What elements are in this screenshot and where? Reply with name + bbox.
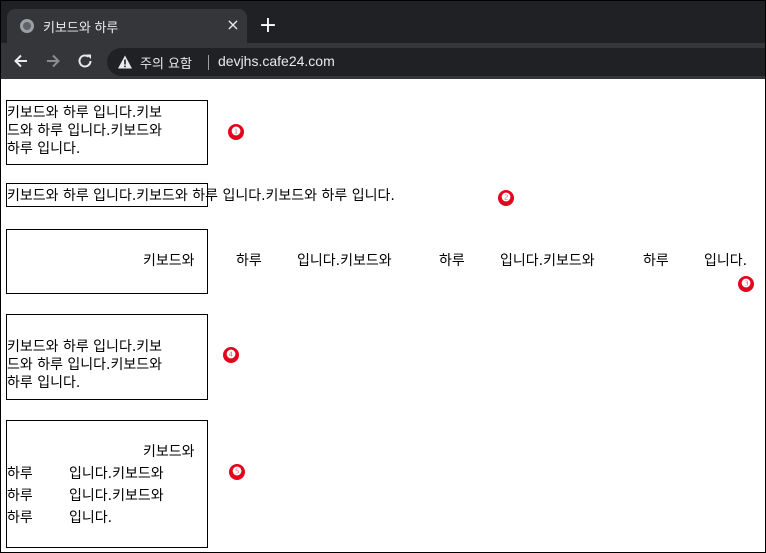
text-word: 하루 [439, 253, 465, 269]
text-word: 하루 [7, 488, 33, 504]
text-line: 하루 입니다. [7, 141, 81, 157]
marker-2: ❷ [498, 190, 514, 206]
text-word: 입니다. [704, 253, 748, 269]
demo-box-3: 키보드와 하루 입니다.키보드와 하루 입니다.키보드와 하루 입니다. [6, 229, 747, 294]
tab-title: 키보드와 하루 [43, 20, 119, 35]
arrow-right-icon [47, 54, 60, 68]
text-word: 하루 [236, 253, 262, 269]
box-text: 키보드와 하루 입니다.키보 드와 하루 입니다.키보드와 하루 입니다. [7, 104, 207, 158]
text-word: 입니다.키보드와 [500, 253, 595, 269]
box-text: 키보드와 하루 입니다.키보 드와 하루 입니다.키보드와 하루 입니다. [7, 338, 207, 392]
text-line: 키보드와 하루 입니다.키보 [7, 105, 163, 121]
text-word: 키보드와 [143, 444, 195, 460]
marker-1: ❶ [228, 124, 244, 140]
text-word: 하루 [643, 253, 669, 269]
demo-box-2: 키보드와 하루 입니다.키보드와 하루 입니다.키보드와 하루 입니다. [6, 183, 395, 207]
text-line: 드와 하루 입니다.키보드와 [7, 357, 163, 373]
demo-box-1: 키보드와 하루 입니다.키보 드와 하루 입니다.키보드와 하루 입니다. [6, 100, 208, 165]
forward-button[interactable] [42, 50, 64, 72]
text-word: 입니다.키보드와 [69, 488, 164, 504]
demo-box-4: 키보드와 하루 입니다.키보 드와 하루 입니다.키보드와 하루 입니다. [6, 314, 208, 400]
new-tab-button[interactable]: + [257, 15, 279, 37]
security-label[interactable]: 주의 요함 [140, 53, 192, 72]
marker-3: ❸ [738, 276, 754, 292]
tab-strip: 키보드와 하루 × + [1, 1, 765, 43]
marker-5: ❺ [229, 464, 245, 480]
text-word: 하루 [7, 466, 33, 482]
arrow-left-icon [14, 54, 27, 68]
text-word: 키보드와 [143, 253, 195, 269]
text-word: 입니다.키보드와 [297, 253, 392, 269]
toolbar: 주의 요함 devjhs.cafe24.com [1, 43, 765, 79]
text-word: 하루 [7, 510, 33, 526]
text-word: 입니다.키보드와 [69, 466, 164, 482]
text-line: 키보드와 하루 입니다.키보 [7, 339, 163, 355]
globe-icon [20, 19, 34, 33]
back-button[interactable] [10, 50, 32, 72]
text-line: 하루 입니다. [7, 375, 81, 391]
close-icon[interactable]: × [223, 15, 243, 35]
reload-icon [78, 54, 92, 68]
marker-4: ❹ [223, 347, 239, 363]
url-text[interactable]: devjhs.cafe24.com [218, 53, 335, 69]
warning-icon [118, 55, 132, 69]
text-word: 입니다. [69, 510, 113, 526]
browser-window: 키보드와 하루 × + 주의 요함 devjhs.cafe24.com 키보드와… [0, 0, 766, 553]
box-text: 키보드와 하루 입니다.키보드와 하루 입니다.키보드와 하루 입니다. [7, 188, 395, 204]
separator [208, 55, 209, 70]
text-line: 드와 하루 입니다.키보드와 [7, 123, 163, 139]
reload-button[interactable] [74, 50, 96, 72]
browser-tab[interactable]: 키보드와 하루 × [7, 9, 247, 43]
demo-box-5: 키보드와 하루 입니다.키보드와 하루 입니다.키보드와 하루 입니다. [6, 420, 208, 548]
address-bar[interactable]: 주의 요함 devjhs.cafe24.com [107, 48, 765, 76]
page-content: 키보드와 하루 입니다.키보 드와 하루 입니다.키보드와 하루 입니다. ❶ … [1, 79, 765, 552]
